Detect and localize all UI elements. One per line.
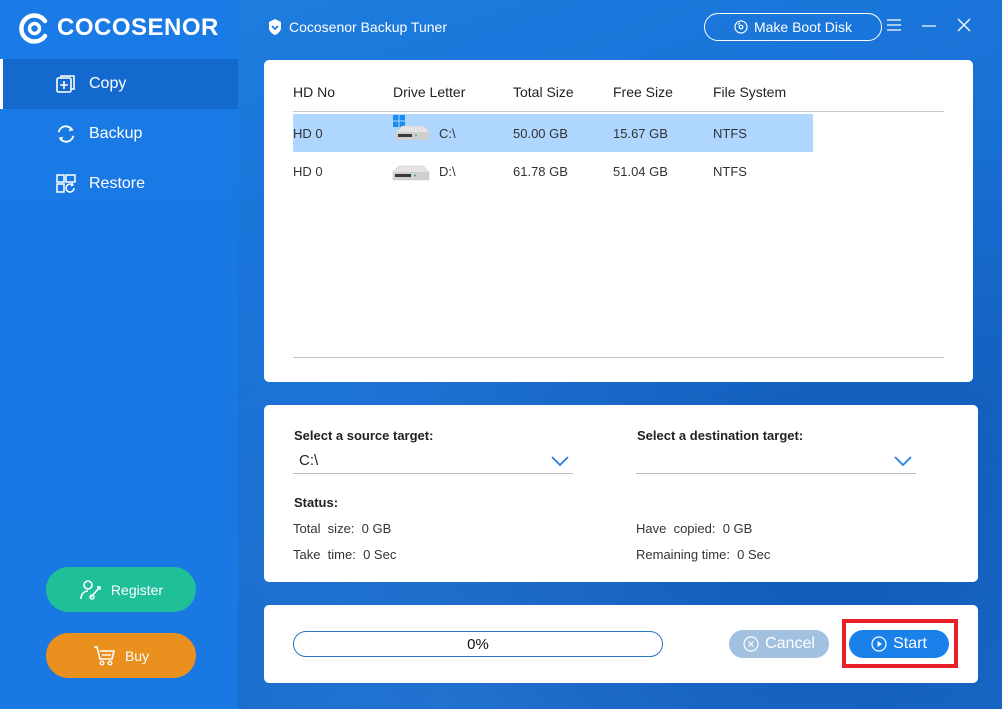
column-header-hd-no: HD No	[293, 84, 336, 100]
sidebar: COCOSENOR Copy Backup Restore Register B…	[0, 0, 238, 709]
action-panel: 0% Cancel Start	[264, 605, 978, 683]
sidebar-item-label: Copy	[89, 75, 127, 92]
drive-icon	[392, 152, 430, 182]
destination-target-label: Select a destination target:	[637, 428, 804, 443]
drive-table-header: HD No Drive Letter Total Size Free Size …	[293, 84, 943, 102]
chevron-down-icon	[551, 454, 569, 467]
cell-total-size: 61.78 GB	[513, 164, 568, 179]
column-header-total-size: Total Size	[513, 84, 574, 100]
drive-list-panel: HD No Drive Letter Total Size Free Size …	[264, 60, 973, 382]
status-take-time: Take time: 0 Sec	[293, 547, 397, 562]
table-bottom-divider	[293, 357, 944, 358]
cell-file-system: NTFS	[713, 126, 747, 141]
sidebar-item-restore[interactable]: Restore	[0, 159, 238, 209]
source-target-dropdown[interactable]: C:\	[293, 448, 573, 474]
close-icon[interactable]	[955, 16, 973, 34]
app-shield-icon	[268, 19, 282, 35]
cell-file-system: NTFS	[713, 164, 747, 179]
cancel-label: Cancel	[765, 635, 815, 652]
buy-label: Buy	[124, 647, 150, 664]
start-label: Start	[893, 635, 927, 652]
cancel-circle-icon	[743, 636, 759, 652]
cell-free-size: 15.67 GB	[613, 126, 668, 141]
cell-hd-no: HD 0	[293, 164, 323, 179]
title-bar: Cocosenor Backup Tuner Make Boot Disk	[238, 0, 1002, 55]
sidebar-item-backup[interactable]: Backup	[0, 109, 238, 159]
make-boot-disk-button[interactable]: Make Boot Disk	[704, 13, 882, 41]
minimize-icon[interactable]	[920, 16, 938, 34]
cocosenor-logo-icon	[19, 12, 50, 44]
cell-drive-letter: C:\	[439, 126, 456, 141]
cell-total-size: 50.00 GB	[513, 126, 568, 141]
sync-icon	[55, 123, 77, 145]
start-button[interactable]: Start	[849, 630, 949, 658]
progress-bar: 0%	[293, 631, 663, 657]
hamburger-menu-icon[interactable]	[885, 16, 903, 34]
disc-icon	[734, 20, 748, 34]
sidebar-item-label: Restore	[89, 175, 146, 192]
cell-hd-no: HD 0	[293, 126, 323, 141]
status-have-copied: Have copied: 0 GB	[636, 521, 753, 536]
app-title-text: Cocosenor Backup Tuner	[289, 19, 447, 35]
sidebar-item-label: Backup	[89, 125, 143, 142]
status-remaining-time: Remaining time: 0 Sec	[636, 547, 771, 562]
column-header-free-size: Free Size	[613, 84, 673, 100]
make-boot-disk-label: Make Boot Disk	[753, 19, 853, 35]
app-title: Cocosenor Backup Tuner	[268, 19, 447, 35]
restore-icon	[55, 173, 77, 195]
progress-text: 0%	[467, 635, 489, 653]
status-label: Status:	[294, 495, 339, 510]
cancel-button[interactable]: Cancel	[729, 630, 829, 658]
cell-drive-letter: D:\	[439, 164, 456, 179]
register-button[interactable]: Register	[46, 567, 196, 612]
status-total-size: Total size: 0 GB	[293, 521, 392, 536]
play-circle-icon	[871, 636, 887, 652]
cell-free-size: 51.04 GB	[613, 164, 668, 179]
sidebar-item-copy[interactable]: Copy	[0, 59, 238, 109]
source-target-label: Select a source target:	[294, 428, 434, 443]
cart-icon	[93, 645, 117, 667]
buy-button[interactable]: Buy	[46, 633, 196, 678]
column-header-file-system: File System	[713, 84, 787, 100]
brand-logo: COCOSENOR	[19, 12, 219, 44]
chevron-down-icon	[894, 454, 912, 467]
register-label: Register	[110, 581, 164, 598]
sidebar-nav: Copy Backup Restore	[0, 59, 238, 209]
system-drive-icon	[392, 114, 430, 144]
drive-row-d[interactable]: HD 0 D:\ 61.78 GB 51.04 GB NTFS	[293, 152, 813, 190]
drive-row-c[interactable]: HD 0 C:\ 50.00 GB 15.67 GB NTFS	[293, 114, 813, 152]
column-header-drive-letter: Drive Letter	[393, 84, 466, 100]
destination-target-dropdown[interactable]	[636, 448, 916, 474]
register-user-icon	[79, 579, 103, 601]
table-header-divider	[293, 111, 944, 112]
source-target-value: C:\	[299, 452, 319, 469]
copy-icon	[55, 73, 77, 95]
brand-name: COCOSENOR	[57, 14, 219, 41]
target-selection-panel: Select a source target: C:\ Select a des…	[264, 405, 978, 582]
